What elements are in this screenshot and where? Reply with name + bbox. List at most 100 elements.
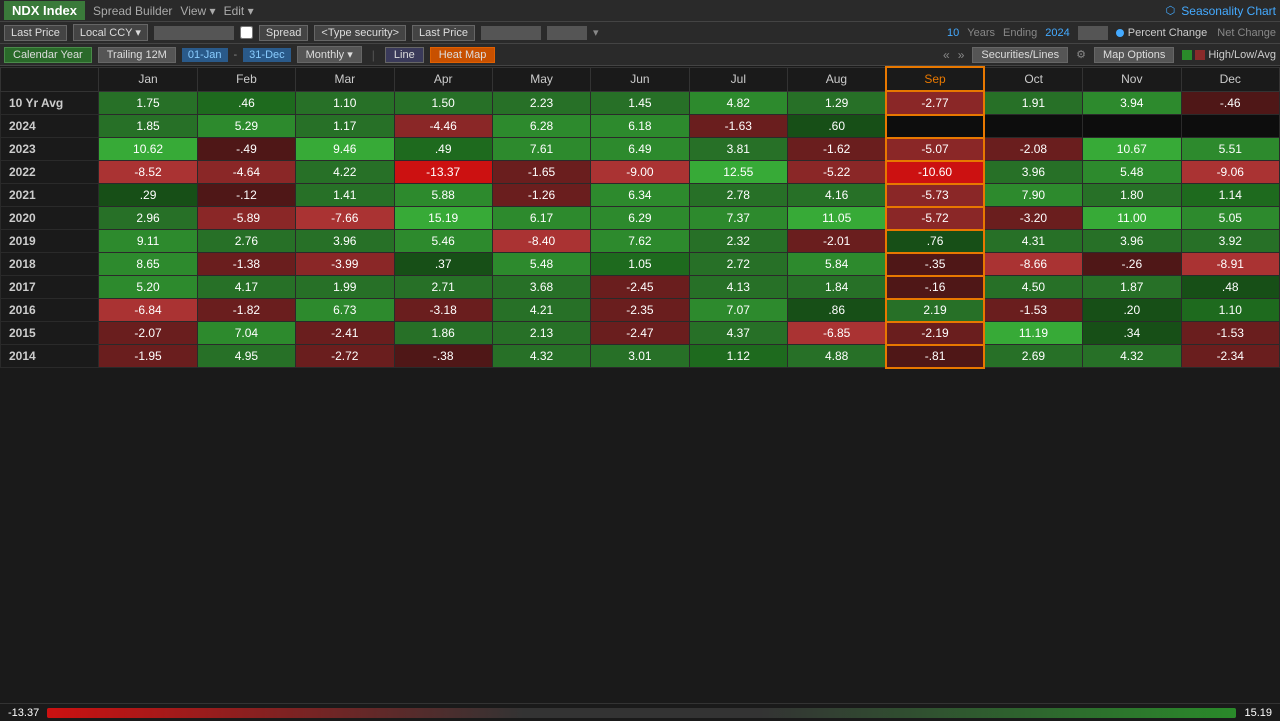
cell-2024-9[interactable] — [984, 115, 1082, 138]
cell-2024-5[interactable]: 6.18 — [591, 115, 689, 138]
cell-2020-7[interactable]: 11.05 — [788, 207, 886, 230]
cell-2018-5[interactable]: 1.05 — [591, 253, 689, 276]
cell-2022-6[interactable]: 12.55 — [689, 161, 787, 184]
cell-2014-8[interactable]: -.81 — [886, 345, 984, 368]
cell-2016-9[interactable]: -1.53 — [984, 299, 1082, 322]
cell-2019-1[interactable]: 2.76 — [197, 230, 295, 253]
cell-2017-6[interactable]: 4.13 — [689, 276, 787, 299]
cell-2014-3[interactable]: -.38 — [394, 345, 492, 368]
cell-2021-10[interactable]: 1.80 — [1083, 184, 1181, 207]
cell-2024-10[interactable] — [1083, 115, 1181, 138]
cell-2019-5[interactable]: 7.62 — [591, 230, 689, 253]
calendar-year-btn[interactable]: Calendar Year — [4, 47, 92, 63]
cell-2022-10[interactable]: 5.48 — [1083, 161, 1181, 184]
cell-2023-5[interactable]: 6.49 — [591, 138, 689, 161]
cell-2016-7[interactable]: .86 — [788, 299, 886, 322]
cell-10 Yr Avg-11[interactable]: -.46 — [1181, 91, 1280, 115]
cell-2024-7[interactable]: .60 — [788, 115, 886, 138]
cell-2017-4[interactable]: 3.68 — [492, 276, 590, 299]
spread-checkbox[interactable] — [240, 26, 253, 39]
cell-10 Yr Avg-2[interactable]: 1.10 — [296, 91, 394, 115]
cell-2020-10[interactable]: 11.00 — [1083, 207, 1181, 230]
cell-10 Yr Avg-3[interactable]: 1.50 — [394, 91, 492, 115]
cell-2015-5[interactable]: -2.47 — [591, 322, 689, 345]
cell-2019-6[interactable]: 2.32 — [689, 230, 787, 253]
cell-2019-8[interactable]: .76 — [886, 230, 984, 253]
cell-2022-9[interactable]: 3.96 — [984, 161, 1082, 184]
cell-10 Yr Avg-1[interactable]: .46 — [197, 91, 295, 115]
cell-2024-4[interactable]: 6.28 — [492, 115, 590, 138]
cell-2018-7[interactable]: 5.84 — [788, 253, 886, 276]
cell-2017-3[interactable]: 2.71 — [394, 276, 492, 299]
cell-2018-9[interactable]: -8.66 — [984, 253, 1082, 276]
cell-2021-6[interactable]: 2.78 — [689, 184, 787, 207]
cell-10 Yr Avg-4[interactable]: 2.23 — [492, 91, 590, 115]
cell-2020-1[interactable]: -5.89 — [197, 207, 295, 230]
cell-2023-11[interactable]: 5.51 — [1181, 138, 1280, 161]
cell-2021-1[interactable]: -.12 — [197, 184, 295, 207]
cell-2017-0[interactable]: 5.20 — [99, 276, 197, 299]
cell-10 Yr Avg-8[interactable]: -2.77 — [886, 91, 984, 115]
cell-2024-1[interactable]: 5.29 — [197, 115, 295, 138]
cell-10 Yr Avg-9[interactable]: 1.91 — [984, 91, 1082, 115]
cell-2020-0[interactable]: 2.96 — [99, 207, 197, 230]
cell-2022-7[interactable]: -5.22 — [788, 161, 886, 184]
cell-2021-9[interactable]: 7.90 — [984, 184, 1082, 207]
cell-2015-4[interactable]: 2.13 — [492, 322, 590, 345]
cell-2015-3[interactable]: 1.86 — [394, 322, 492, 345]
cell-2021-2[interactable]: 1.41 — [296, 184, 394, 207]
date-to[interactable]: 31-Dec — [243, 48, 290, 62]
line-btn[interactable]: Line — [385, 47, 424, 63]
cell-2019-11[interactable]: 3.92 — [1181, 230, 1280, 253]
cell-2015-2[interactable]: -2.41 — [296, 322, 394, 345]
edit-menu[interactable]: Edit ▾ — [224, 4, 254, 18]
cell-2017-1[interactable]: 4.17 — [197, 276, 295, 299]
cell-2017-10[interactable]: 1.87 — [1083, 276, 1181, 299]
cell-2021-5[interactable]: 6.34 — [591, 184, 689, 207]
cell-2016-3[interactable]: -3.18 — [394, 299, 492, 322]
cell-2018-11[interactable]: -8.91 — [1181, 253, 1280, 276]
cell-2024-6[interactable]: -1.63 — [689, 115, 787, 138]
gear-icon[interactable]: ⚙ — [1076, 48, 1086, 61]
cell-2019-2[interactable]: 3.96 — [296, 230, 394, 253]
securities-lines-btn[interactable]: Securities/Lines — [972, 47, 1068, 63]
cell-2020-5[interactable]: 6.29 — [591, 207, 689, 230]
cell-2020-6[interactable]: 7.37 — [689, 207, 787, 230]
map-options-btn[interactable]: Map Options — [1094, 47, 1174, 63]
cell-2018-10[interactable]: -.26 — [1083, 253, 1181, 276]
text-input[interactable] — [154, 26, 234, 40]
cell-2018-2[interactable]: -3.99 — [296, 253, 394, 276]
seasonality-chart-btn[interactable]: Seasonality Chart — [1181, 4, 1276, 18]
cell-2019-7[interactable]: -2.01 — [788, 230, 886, 253]
cell-2016-5[interactable]: -2.35 — [591, 299, 689, 322]
cell-2016-10[interactable]: .20 — [1083, 299, 1181, 322]
cell-2016-8[interactable]: 2.19 — [886, 299, 984, 322]
cell-2023-10[interactable]: 10.67 — [1083, 138, 1181, 161]
cell-2017-2[interactable]: 1.99 — [296, 276, 394, 299]
trailing-12m-btn[interactable]: Trailing 12M — [98, 47, 176, 63]
cell-2023-8[interactable]: -5.07 — [886, 138, 984, 161]
cell-2019-3[interactable]: 5.46 — [394, 230, 492, 253]
cell-2014-0[interactable]: -1.95 — [99, 345, 197, 368]
cell-2024-11[interactable] — [1181, 115, 1280, 138]
cell-2018-0[interactable]: 8.65 — [99, 253, 197, 276]
cell-2015-9[interactable]: 11.19 — [984, 322, 1082, 345]
cell-10 Yr Avg-0[interactable]: 1.75 — [99, 91, 197, 115]
cell-2019-9[interactable]: 4.31 — [984, 230, 1082, 253]
cell-2021-0[interactable]: .29 — [99, 184, 197, 207]
cell-10 Yr Avg-6[interactable]: 4.82 — [689, 91, 787, 115]
cell-2023-7[interactable]: -1.62 — [788, 138, 886, 161]
cell-2018-6[interactable]: 2.72 — [689, 253, 787, 276]
cell-2020-8[interactable]: -5.72 — [886, 207, 984, 230]
cell-2022-3[interactable]: -13.37 — [394, 161, 492, 184]
cell-10 Yr Avg-10[interactable]: 3.94 — [1083, 91, 1181, 115]
price-input2[interactable] — [547, 26, 587, 40]
cell-2015-7[interactable]: -6.85 — [788, 322, 886, 345]
cell-2016-2[interactable]: 6.73 — [296, 299, 394, 322]
price-input[interactable] — [481, 26, 541, 40]
cell-2019-4[interactable]: -8.40 — [492, 230, 590, 253]
cell-2022-1[interactable]: -4.64 — [197, 161, 295, 184]
cell-2023-2[interactable]: 9.46 — [296, 138, 394, 161]
cell-10 Yr Avg-5[interactable]: 1.45 — [591, 91, 689, 115]
cell-2014-6[interactable]: 1.12 — [689, 345, 787, 368]
